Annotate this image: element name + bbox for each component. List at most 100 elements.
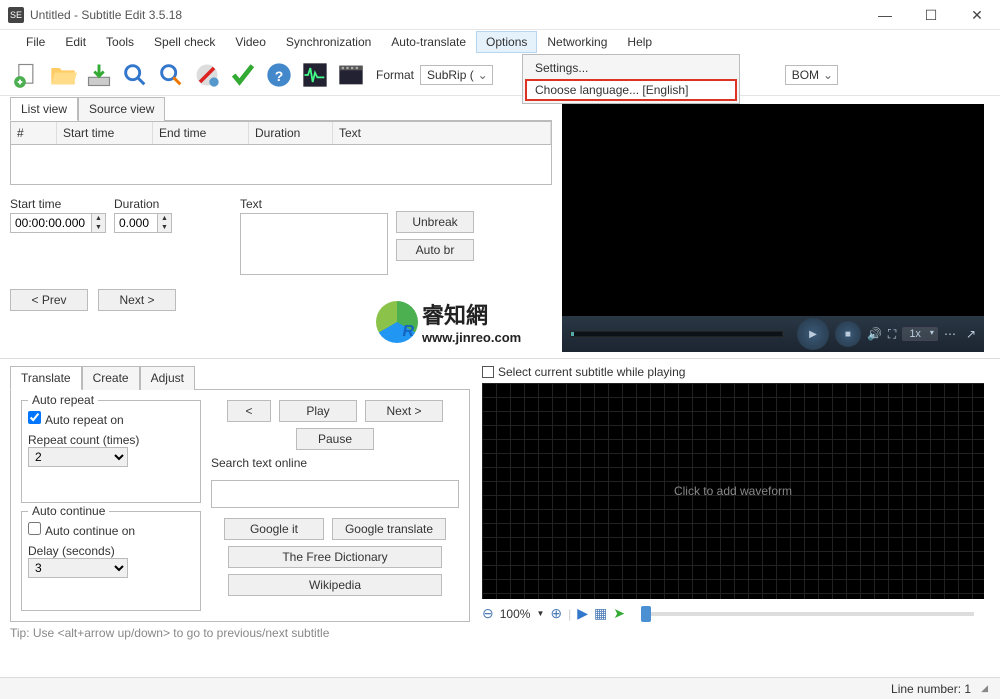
play-button[interactable]: ▶ bbox=[797, 318, 829, 350]
options-dropdown: Settings... Choose language... [English] bbox=[522, 54, 740, 104]
zoom-out-icon[interactable]: ⊖ bbox=[482, 605, 494, 622]
menu-tools[interactable]: Tools bbox=[96, 31, 144, 53]
col-text[interactable]: Text bbox=[333, 122, 551, 144]
waveform-placeholder: Click to add waveform bbox=[674, 484, 792, 498]
view-tabs: List view Source view bbox=[10, 96, 552, 121]
bottom-tabs: Translate Create Adjust bbox=[10, 365, 470, 390]
speed-select[interactable]: 1x bbox=[902, 327, 938, 341]
select-while-playing-checkbox[interactable] bbox=[482, 366, 494, 378]
open-file-icon[interactable] bbox=[46, 58, 80, 92]
unbreak-button[interactable]: Unbreak bbox=[396, 211, 474, 233]
back-button[interactable]: < bbox=[227, 400, 271, 422]
col-start[interactable]: Start time bbox=[57, 122, 153, 144]
waveform-slider[interactable] bbox=[641, 612, 974, 616]
pause-button[interactable]: Pause bbox=[296, 428, 374, 450]
menu-spellcheck[interactable]: Spell check bbox=[144, 31, 225, 53]
help-icon[interactable]: ? bbox=[262, 58, 296, 92]
format-label: Format bbox=[376, 68, 414, 82]
delay-label: Delay (seconds) bbox=[28, 544, 194, 558]
waveform-area[interactable]: Click to add waveform bbox=[482, 383, 984, 599]
wikipedia-button[interactable]: Wikipedia bbox=[228, 574, 442, 596]
auto-repeat-checkbox[interactable] bbox=[28, 411, 41, 424]
google-it-button[interactable]: Google it bbox=[224, 518, 324, 540]
start-time-label: Start time bbox=[10, 197, 106, 211]
menu-help[interactable]: Help bbox=[617, 31, 662, 53]
next-translate-button[interactable]: Next > bbox=[365, 400, 443, 422]
dropdown-settings[interactable]: Settings... bbox=[525, 57, 737, 79]
minimize-button[interactable]: — bbox=[862, 0, 908, 30]
menu-file[interactable]: File bbox=[16, 31, 55, 53]
stop-button[interactable]: ■ bbox=[835, 321, 861, 347]
zoom-in-icon[interactable]: ⊕ bbox=[550, 605, 562, 622]
menu-options[interactable]: Options bbox=[476, 31, 537, 53]
play-translate-button[interactable]: Play bbox=[279, 400, 357, 422]
text-input[interactable] bbox=[240, 213, 388, 275]
tab-translate[interactable]: Translate bbox=[10, 366, 82, 390]
wf-forward-icon[interactable]: ➤ bbox=[613, 605, 625, 622]
google-translate-button[interactable]: Google translate bbox=[332, 518, 446, 540]
col-duration[interactable]: Duration bbox=[249, 122, 333, 144]
auto-continue-checkbox[interactable] bbox=[28, 522, 41, 535]
subtitle-grid[interactable]: # Start time End time Duration Text bbox=[10, 121, 552, 185]
tab-adjust[interactable]: Adjust bbox=[140, 366, 195, 390]
fullscreen-icon[interactable]: ⛶ bbox=[888, 327, 896, 342]
toolbar: ? Format SubRip ( BOM bbox=[0, 54, 1000, 96]
menu-video[interactable]: Video bbox=[225, 31, 275, 53]
auto-continue-title: Auto continue bbox=[28, 504, 109, 518]
search-icon[interactable] bbox=[118, 58, 152, 92]
format-select[interactable]: SubRip ( bbox=[420, 65, 493, 85]
volume-icon[interactable]: 🔊 bbox=[867, 327, 882, 341]
repeat-count-label: Repeat count (times) bbox=[28, 433, 194, 447]
tab-list-view[interactable]: List view bbox=[10, 97, 78, 121]
video-area[interactable] bbox=[562, 104, 984, 316]
tab-create[interactable]: Create bbox=[82, 366, 140, 390]
save-icon[interactable] bbox=[82, 58, 116, 92]
menu-autotranslate[interactable]: Auto-translate bbox=[381, 31, 476, 53]
replace-icon[interactable] bbox=[154, 58, 188, 92]
repeat-count-select[interactable]: 2 bbox=[28, 447, 128, 467]
close-button[interactable]: ✕ bbox=[954, 0, 1000, 30]
menubar: File Edit Tools Spell check Video Synchr… bbox=[0, 30, 1000, 54]
player-controls: ▶ ■ 🔊 ⛶ 1x ⋯ ↗ bbox=[562, 316, 984, 352]
video-icon[interactable] bbox=[334, 58, 368, 92]
next-button[interactable]: Next > bbox=[98, 289, 176, 311]
check-icon[interactable] bbox=[226, 58, 260, 92]
encoding-select[interactable]: BOM bbox=[785, 65, 838, 85]
auto-continue-group: Auto continue Auto continue on Delay (se… bbox=[21, 511, 201, 611]
window-title: Untitled - Subtitle Edit 3.5.18 bbox=[30, 8, 862, 22]
menu-synchronization[interactable]: Synchronization bbox=[276, 31, 381, 53]
select-while-playing-label: Select current subtitle while playing bbox=[498, 365, 685, 379]
wf-play-icon[interactable]: ▶ bbox=[577, 605, 588, 622]
duration-label: Duration bbox=[114, 197, 172, 211]
dropdown-choose-language[interactable]: Choose language... [English] bbox=[525, 79, 737, 101]
app-icon: SE bbox=[8, 7, 24, 23]
status-resize-icon: ◢ bbox=[981, 683, 988, 694]
autobr-button[interactable]: Auto br bbox=[396, 239, 474, 261]
tab-source-view[interactable]: Source view bbox=[78, 97, 165, 121]
zoom-value: 100% bbox=[500, 607, 531, 621]
col-end[interactable]: End time bbox=[153, 122, 249, 144]
text-label: Text bbox=[240, 197, 388, 211]
fix-icon[interactable] bbox=[190, 58, 224, 92]
free-dictionary-button[interactable]: The Free Dictionary bbox=[228, 546, 442, 568]
player-popout-icon[interactable]: ↗ bbox=[966, 327, 976, 341]
prev-button[interactable]: < Prev bbox=[10, 289, 88, 311]
start-time-input[interactable]: ▲▼ bbox=[10, 213, 106, 233]
duration-input[interactable]: ▲▼ bbox=[114, 213, 172, 233]
titlebar: SE Untitled - Subtitle Edit 3.5.18 — ☐ ✕ bbox=[0, 0, 1000, 30]
tip-text: Tip: Use <alt+arrow up/down> to go to pr… bbox=[10, 626, 470, 640]
svg-text:?: ? bbox=[275, 67, 284, 83]
menu-networking[interactable]: Networking bbox=[537, 31, 617, 53]
menu-edit[interactable]: Edit bbox=[55, 31, 96, 53]
col-num[interactable]: # bbox=[11, 122, 57, 144]
search-online-input[interactable] bbox=[211, 480, 459, 508]
player-track[interactable] bbox=[570, 331, 783, 337]
maximize-button[interactable]: ☐ bbox=[908, 0, 954, 30]
search-online-label: Search text online bbox=[211, 456, 459, 470]
new-file-icon[interactable] bbox=[10, 58, 44, 92]
player-more-icon[interactable]: ⋯ bbox=[944, 327, 956, 341]
wf-grid-icon[interactable]: ▦ bbox=[594, 605, 607, 622]
auto-repeat-title: Auto repeat bbox=[28, 393, 98, 407]
delay-select[interactable]: 3 bbox=[28, 558, 128, 578]
waveform-icon[interactable] bbox=[298, 58, 332, 92]
